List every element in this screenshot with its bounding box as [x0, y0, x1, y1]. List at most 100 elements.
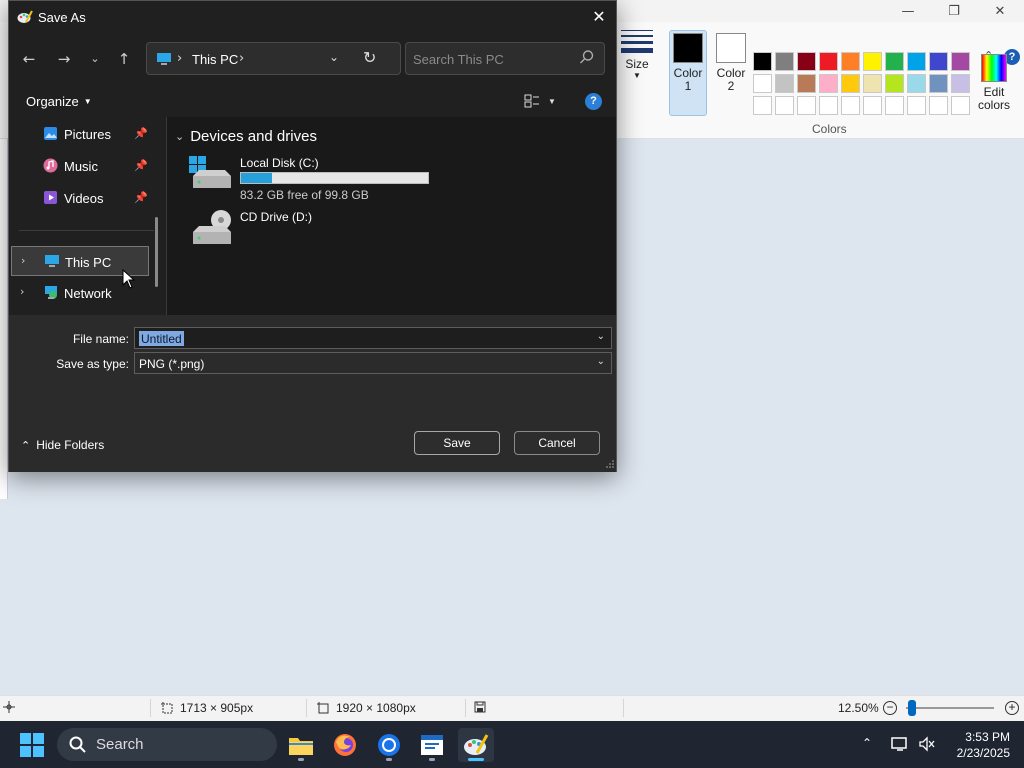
chevron-down-icon[interactable]: ⌄ [597, 331, 605, 342]
address-bar[interactable]: › This PC › ⌄ ↻ [146, 42, 401, 75]
resize-grip-icon[interactable] [606, 460, 614, 468]
hide-folders-button[interactable]: ⌃ Hide Folders [21, 438, 104, 452]
palette-swatch[interactable] [819, 74, 838, 93]
taskbar-firefox[interactable] [327, 728, 363, 762]
breadcrumb-chevron-icon[interactable]: › [177, 51, 182, 66]
palette-swatch[interactable] [797, 74, 816, 93]
palette-swatch[interactable] [797, 96, 816, 115]
palette-swatch[interactable] [841, 74, 860, 93]
zoom-in-button[interactable]: + [1005, 701, 1019, 715]
search-box[interactable] [405, 42, 605, 75]
color2-button[interactable]: Color 2 [712, 30, 750, 93]
nav-item-label: Pictures [64, 127, 111, 142]
palette-swatch[interactable] [841, 96, 860, 115]
dialog-titlebar[interactable]: Save As ✕ [9, 1, 616, 33]
close-button[interactable]: ✕ [977, 0, 1023, 22]
file-name-label: File name: [72, 332, 129, 346]
palette-swatch[interactable] [863, 52, 882, 71]
crosshair-icon [3, 701, 15, 713]
edit-colors-button[interactable]: Edit colors [976, 54, 1012, 112]
palette-swatch[interactable] [753, 52, 772, 71]
palette-swatch[interactable] [929, 52, 948, 71]
palette-swatch[interactable] [863, 74, 882, 93]
nav-item-pictures[interactable]: Pictures 📌 [11, 119, 149, 149]
size-tool[interactable]: Size ▼ [618, 30, 656, 80]
palette-swatch[interactable] [951, 74, 970, 93]
palette-swatch[interactable] [929, 74, 948, 93]
drive-cd-drive-d[interactable]: CD Drive (D:) [189, 210, 449, 246]
navigation-scrollbar[interactable] [155, 217, 158, 287]
file-name-selected-text[interactable]: Untitled [139, 331, 184, 346]
minimize-button[interactable]: — [885, 0, 931, 22]
zoom-out-button[interactable]: − [883, 701, 897, 715]
palette-swatch[interactable] [907, 74, 926, 93]
organize-button[interactable]: Organize ▼ [26, 94, 92, 109]
music-icon [43, 158, 58, 173]
drive-local-disk-c[interactable]: Local Disk (C:) 83.2 GB free of 99.8 GB [189, 156, 449, 202]
palette-swatch[interactable] [863, 96, 882, 115]
color1-button[interactable]: Color 1 [669, 30, 707, 116]
taskbar-chrome[interactable] [371, 728, 407, 762]
save-as-type-label: Save as type: [56, 357, 129, 371]
taskbar-search[interactable]: Search [57, 728, 277, 761]
palette-swatch[interactable] [819, 96, 838, 115]
taskbar-paint[interactable] [458, 728, 494, 762]
palette-swatch[interactable] [775, 74, 794, 93]
volume-muted-icon[interactable] [918, 736, 936, 752]
palette-swatch[interactable] [841, 52, 860, 71]
start-button[interactable] [20, 733, 44, 757]
taskbar-clock[interactable]: 3:53 PM 2/23/2025 [946, 729, 1010, 761]
palette-swatch[interactable] [775, 52, 794, 71]
file-name-field[interactable]: Untitled ⌄ [134, 327, 612, 349]
palette-swatch[interactable] [797, 52, 816, 71]
chevron-down-icon[interactable]: ⌄ [597, 356, 605, 367]
maximize-button[interactable]: ❐ [931, 0, 977, 22]
file-list-pane[interactable]: ⌄ Devices and drives Local Disk (C:) 83.… [167, 117, 616, 315]
palette-swatch[interactable] [775, 96, 794, 115]
zoom-slider[interactable] [906, 707, 994, 709]
palette-swatch[interactable] [907, 96, 926, 115]
videos-icon [44, 191, 57, 204]
palette-swatch[interactable] [885, 52, 904, 71]
file-size [474, 701, 486, 713]
palette-swatch[interactable] [951, 96, 970, 115]
back-arrow-icon[interactable]: ← [17, 48, 41, 70]
nav-item-music[interactable]: Music 📌 [11, 151, 149, 181]
help-icon[interactable]: ? [585, 93, 602, 110]
palette-swatch[interactable] [907, 52, 926, 71]
expand-chevron-icon[interactable]: › [21, 254, 25, 267]
dialog-close-button[interactable]: ✕ [589, 7, 609, 27]
change-view-button[interactable]: ▼ [524, 94, 556, 108]
search-input[interactable] [413, 49, 573, 69]
up-arrow-icon[interactable]: ↑ [112, 48, 136, 70]
recent-locations-chevron-icon[interactable]: ⌄ [83, 48, 107, 70]
colors-group-label: Colors [812, 122, 847, 136]
taskbar-file-explorer[interactable] [283, 728, 319, 762]
palette-swatch[interactable] [885, 74, 904, 93]
address-dropdown-chevron-icon[interactable]: ⌄ [329, 50, 339, 64]
palette-swatch[interactable] [951, 52, 970, 71]
refresh-icon[interactable]: ↻ [363, 48, 376, 67]
breadcrumb-this-pc[interactable]: This PC [192, 52, 238, 67]
taskbar-notepad[interactable] [414, 728, 450, 762]
save-button[interactable]: Save [414, 431, 500, 455]
save-as-type-select[interactable]: PNG (*.png) ⌄ [134, 352, 612, 374]
palette-swatch[interactable] [819, 52, 838, 71]
palette-swatch[interactable] [929, 96, 948, 115]
show-hidden-icons-chevron-icon[interactable]: ⌃ [862, 736, 872, 750]
forward-arrow-icon[interactable]: → [52, 48, 76, 70]
cancel-button[interactable]: Cancel [514, 431, 600, 455]
nav-item-videos[interactable]: Videos 📌 [11, 183, 149, 213]
window-app-icon [421, 735, 443, 755]
palette-swatch[interactable] [753, 96, 772, 115]
search-icon [580, 50, 594, 64]
clock-date: 2/23/2025 [956, 746, 1010, 760]
palette-swatch[interactable] [885, 96, 904, 115]
canvas[interactable] [0, 139, 8, 499]
breadcrumb-chevron-icon[interactable]: › [239, 51, 244, 66]
expand-chevron-icon[interactable]: › [20, 285, 24, 298]
network-monitor-icon[interactable] [891, 736, 909, 752]
palette-swatch[interactable] [753, 74, 772, 93]
zoom-slider-thumb[interactable] [908, 700, 916, 716]
devices-group-header[interactable]: ⌄ Devices and drives [175, 128, 317, 145]
